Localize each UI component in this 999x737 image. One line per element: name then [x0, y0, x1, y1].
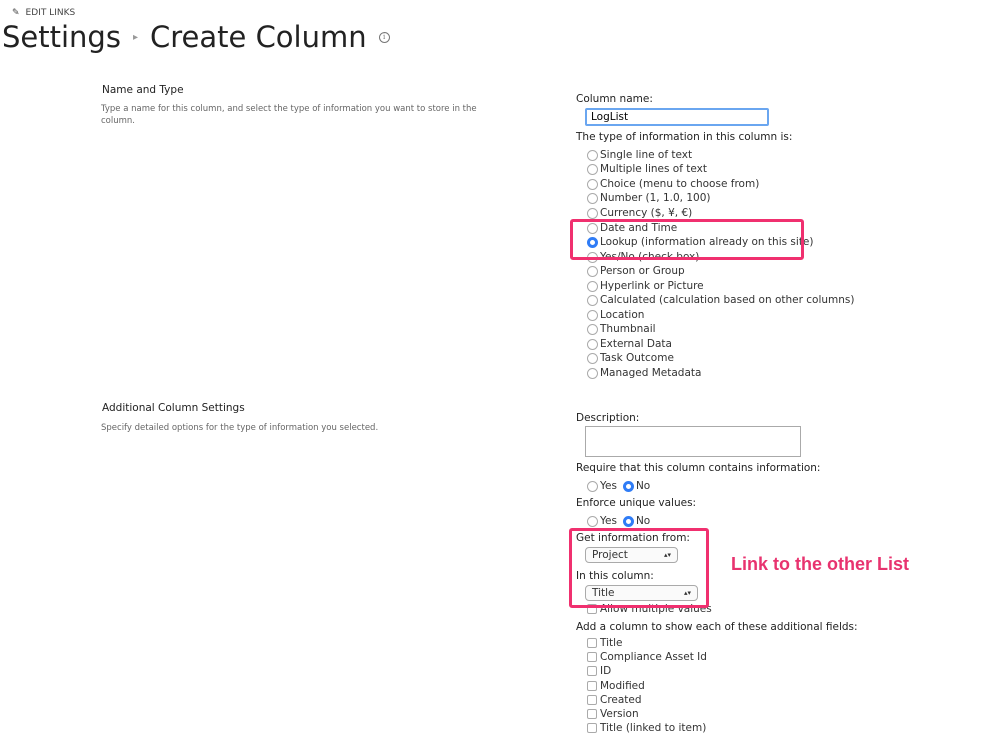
- additional-field-option[interactable]: ID: [587, 664, 611, 678]
- additional-field-option[interactable]: Title (linked to item): [587, 721, 706, 735]
- type-option[interactable]: Person or Group: [587, 264, 685, 278]
- breadcrumb: Settings ▸ Create Column i: [2, 20, 390, 54]
- name-type-heading: Name and Type: [102, 84, 184, 96]
- additional-heading: Additional Column Settings: [102, 402, 245, 414]
- edit-links[interactable]: ✎ EDIT LINKS: [12, 8, 75, 18]
- require-label: Require that this column contains inform…: [576, 462, 821, 474]
- require-yes-radio[interactable]: [587, 480, 598, 492]
- type-option[interactable]: Single line of text: [587, 148, 692, 162]
- info-icon[interactable]: i: [378, 31, 390, 43]
- checkbox[interactable]: [587, 638, 597, 648]
- type-option[interactable]: Location: [587, 308, 644, 322]
- add-fields-label: Add a column to show each of these addit…: [576, 621, 858, 633]
- description-textarea[interactable]: [585, 426, 801, 457]
- description-label: Description:: [576, 412, 640, 424]
- radio-button[interactable]: [587, 280, 598, 292]
- radio-button[interactable]: [587, 265, 598, 277]
- unique-no-radio[interactable]: [622, 515, 634, 527]
- breadcrumb-settings[interactable]: Settings: [2, 20, 121, 54]
- type-option[interactable]: Managed Metadata: [587, 366, 701, 380]
- radio-button[interactable]: [587, 149, 598, 161]
- additional-description: Specify detailed options for the type of…: [101, 423, 379, 433]
- checkbox[interactable]: [587, 723, 597, 734]
- radio-button[interactable]: [587, 207, 598, 219]
- require-no-radio[interactable]: [622, 480, 634, 492]
- type-option[interactable]: Currency ($, ¥, €): [587, 206, 692, 220]
- annotation-text: Link to the other List: [731, 554, 909, 574]
- radio-button[interactable]: [587, 309, 598, 321]
- type-option[interactable]: External Data: [587, 337, 672, 351]
- column-name-input[interactable]: [585, 108, 769, 126]
- checkbox[interactable]: [587, 680, 597, 691]
- type-option[interactable]: Calculated (calculation based on other c…: [587, 293, 854, 307]
- radio-button[interactable]: [587, 338, 598, 350]
- radio-button[interactable]: [587, 367, 598, 379]
- radio-button[interactable]: [587, 192, 598, 204]
- additional-field-option[interactable]: Title: [587, 636, 623, 650]
- name-type-description: Type a name for this column, and select …: [101, 104, 477, 126]
- unique-label: Enforce unique values:: [576, 497, 697, 509]
- radio-button[interactable]: [587, 323, 598, 335]
- type-label: The type of information in this column i…: [576, 131, 793, 143]
- additional-field-option[interactable]: Modified: [587, 679, 645, 693]
- additional-field-option[interactable]: Created: [587, 693, 642, 707]
- checkbox[interactable]: [587, 709, 597, 719]
- type-option[interactable]: Thumbnail: [587, 322, 656, 336]
- type-option[interactable]: Multiple lines of text: [587, 162, 707, 176]
- pencil-icon: ✎: [12, 8, 20, 18]
- checkbox[interactable]: [587, 666, 597, 677]
- radio-button[interactable]: [587, 294, 598, 306]
- highlight-box-lookup: [570, 219, 804, 260]
- type-option[interactable]: Number (1, 1.0, 100): [587, 191, 710, 205]
- checkbox[interactable]: [587, 652, 597, 663]
- radio-button[interactable]: [587, 163, 598, 175]
- radio-button[interactable]: [587, 352, 598, 364]
- breadcrumb-separator-icon: ▸: [132, 31, 138, 43]
- additional-field-option[interactable]: Compliance Asset Id: [587, 650, 707, 664]
- column-name-label: Column name:: [576, 93, 653, 105]
- type-option[interactable]: Hyperlink or Picture: [587, 279, 704, 293]
- additional-field-option[interactable]: Version: [587, 707, 639, 721]
- radio-button[interactable]: [587, 178, 598, 190]
- highlight-box-lookup-source: [569, 528, 709, 608]
- type-option[interactable]: Choice (menu to choose from): [587, 177, 759, 191]
- type-option[interactable]: Task Outcome: [587, 351, 674, 365]
- checkbox[interactable]: [587, 694, 597, 705]
- unique-yes-radio[interactable]: [587, 515, 598, 527]
- require-radio-group: Yes No: [587, 479, 650, 493]
- page-title: Create Column: [149, 20, 367, 54]
- unique-radio-group: Yes No: [587, 514, 650, 528]
